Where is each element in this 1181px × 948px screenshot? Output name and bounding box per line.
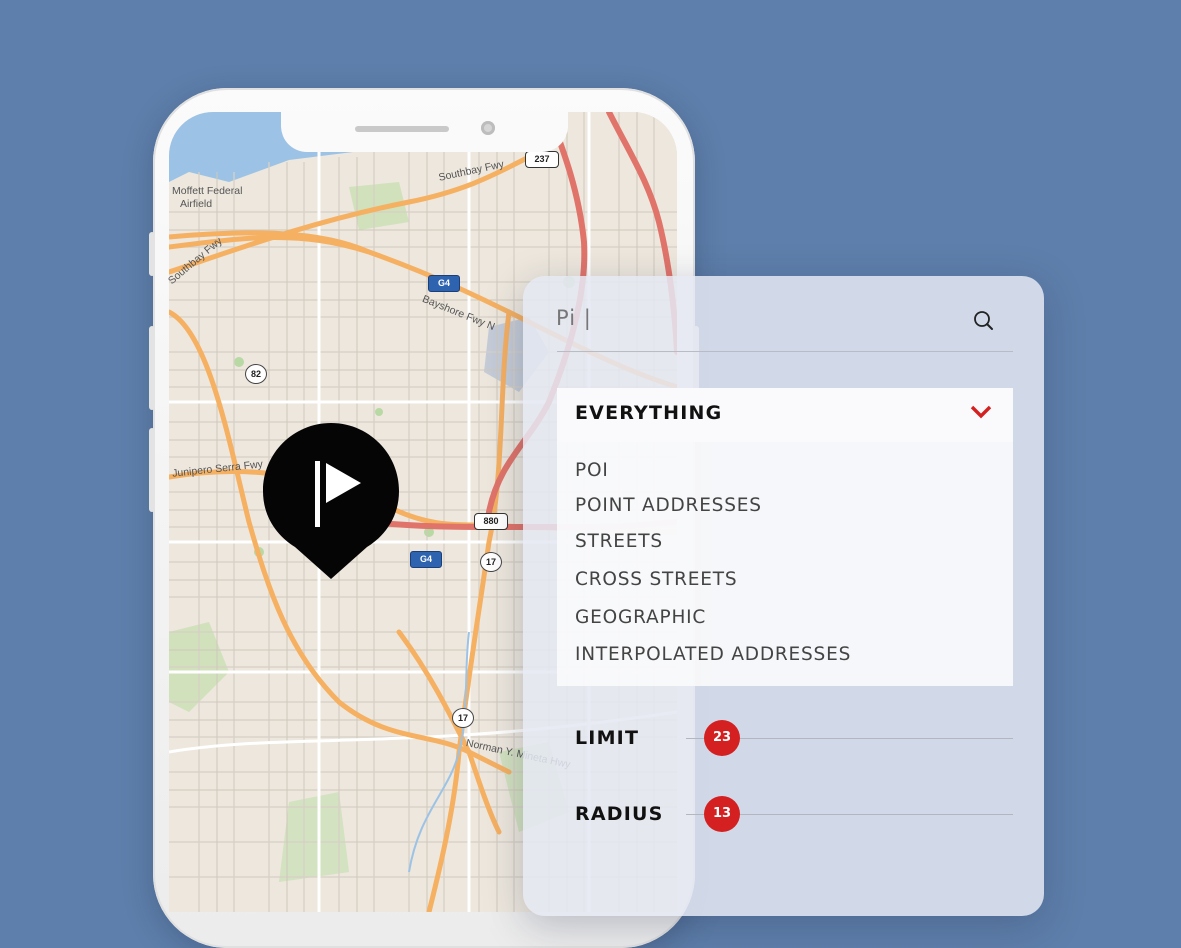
filter-option-geographic[interactable]: GEOGRAPHIC: [575, 607, 706, 628]
location-pin[interactable]: [263, 423, 399, 579]
limit-label: LIMIT: [575, 727, 640, 749]
search-icon[interactable]: [972, 309, 996, 333]
interstate-shield-880: 880: [474, 513, 508, 530]
state-shield-17-bottom: 17: [452, 708, 474, 728]
county-shield-g4-bottom: G4: [410, 551, 442, 568]
filter-option-point-addresses[interactable]: POINT ADDRESSES: [575, 495, 762, 516]
state-shield-82: 82: [245, 364, 267, 384]
highway-shield-237: 237: [525, 151, 559, 168]
phone-volume-up-button: [149, 326, 155, 410]
phone-camera: [481, 121, 495, 135]
county-shield-g4-top: G4: [428, 275, 460, 292]
filter-option-streets[interactable]: STREETS: [575, 531, 663, 552]
filter-selected-value[interactable]: EVERYTHING: [575, 402, 722, 424]
search-underline: [557, 351, 1013, 352]
phone-mute-switch: [149, 232, 155, 276]
filter-option-interpolated-addresses[interactable]: INTERPOLATED ADDRESSES: [575, 644, 851, 665]
search-input[interactable]: Pi |: [556, 306, 592, 330]
limit-slider-knob[interactable]: 23: [704, 720, 740, 756]
filter-option-poi[interactable]: POI: [575, 460, 609, 481]
phone-volume-down-button: [149, 428, 155, 512]
chevron-down-icon[interactable]: [970, 404, 992, 420]
play-flag-icon: [263, 423, 399, 579]
state-shield-17-top: 17: [480, 552, 502, 572]
radius-slider-knob[interactable]: 13: [704, 796, 740, 832]
map-label-moffett: Moffett Federal: [172, 185, 243, 197]
phone-speaker: [355, 126, 449, 132]
radius-label: RADIUS: [575, 803, 664, 825]
phone-notch: [281, 112, 568, 152]
map-label-airfield: Airfield: [180, 198, 213, 210]
filter-option-cross-streets[interactable]: CROSS STREETS: [575, 569, 737, 590]
